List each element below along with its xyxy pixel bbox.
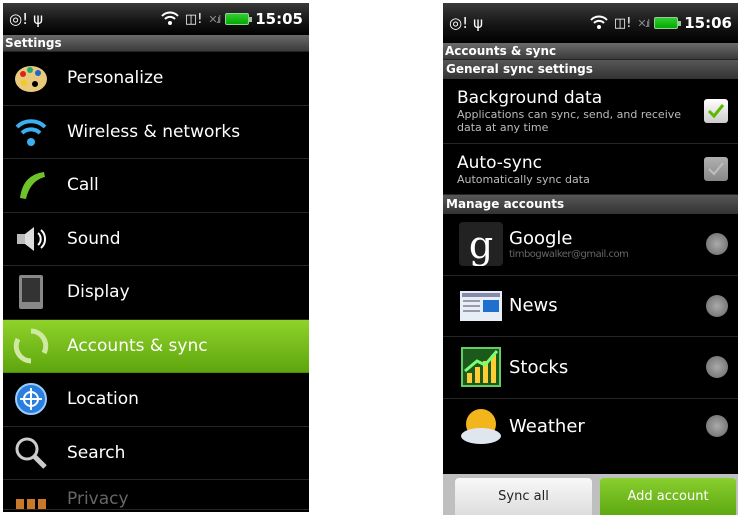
sync-icon xyxy=(11,326,51,366)
settings-item-label: Call xyxy=(67,175,99,196)
sync-status-icon xyxy=(706,294,728,317)
settings-item-privacy[interactable]: Privacy xyxy=(3,480,309,510)
page-title: Settings xyxy=(3,35,309,52)
svg-text:g: g xyxy=(469,223,493,266)
account-email: timbogwalker@gmail.com xyxy=(509,249,629,261)
status-bar: ◎! ψ ◫! ✕.ıl 15:05 xyxy=(3,3,309,35)
auto-sync-desc: Automatically sync data xyxy=(457,172,590,186)
auto-sync-checkbox[interactable] xyxy=(704,157,728,181)
privacy-icon xyxy=(11,489,51,509)
account-name: Google xyxy=(509,228,573,250)
settings-item-label: Sound xyxy=(67,228,121,249)
checkmark-icon xyxy=(707,104,725,119)
account-name: Weather xyxy=(509,415,585,437)
sync-all-button[interactable]: Sync all xyxy=(455,478,592,515)
accounts-sync-screen: ◎! ψ ◫! ✕.ıl 15:06 Accounts & sync Gener… xyxy=(443,3,738,515)
weather-icon xyxy=(459,404,503,448)
settings-item-personalize[interactable]: Personalize xyxy=(3,52,309,106)
location-globe-icon xyxy=(11,379,51,419)
notification-icon: ◫! xyxy=(613,15,632,31)
speaker-icon xyxy=(11,219,51,259)
page-title: Accounts & sync xyxy=(443,43,738,60)
settings-item-label: Location xyxy=(67,389,139,410)
status-time: 15:06 xyxy=(684,14,732,32)
settings-item-label: Display xyxy=(67,282,130,303)
bottom-button-bar: Sync all Add account xyxy=(443,474,738,515)
section-header-general: General sync settings xyxy=(443,60,738,79)
sync-status-icon xyxy=(706,233,728,256)
gps-icon: ◎! xyxy=(449,14,469,32)
account-name: News xyxy=(509,295,558,317)
checkmark-icon xyxy=(708,162,724,176)
stocks-icon xyxy=(459,345,503,389)
wifi-status-icon xyxy=(590,14,608,33)
settings-screen: ◎! ψ ◫! ✕.ıl 15:05 Settings Personalize … xyxy=(3,3,309,512)
section-header-manage-accounts: Manage accounts xyxy=(443,195,738,214)
settings-item-display[interactable]: Display xyxy=(3,266,309,320)
google-icon: g xyxy=(459,222,503,267)
settings-item-location[interactable]: Location xyxy=(3,373,309,427)
battery-icon xyxy=(654,17,682,29)
account-row-google[interactable]: g Google timbogwalker@gmail.com xyxy=(443,214,738,276)
settings-item-label: Privacy xyxy=(67,489,129,509)
background-data-row[interactable]: Background data Applications can sync, s… xyxy=(443,79,738,144)
auto-sync-title: Auto-sync xyxy=(457,152,542,173)
gps-icon: ◎! xyxy=(9,10,29,28)
palette-icon xyxy=(11,58,51,98)
wifi-status-icon xyxy=(161,10,179,29)
status-time: 15:05 xyxy=(255,10,303,28)
usb-icon: ψ xyxy=(473,14,484,32)
auto-sync-row[interactable]: Auto-sync Automatically sync data xyxy=(443,144,738,195)
phone-handset-icon xyxy=(11,165,51,205)
battery-icon xyxy=(225,13,253,25)
settings-item-label: Accounts & sync xyxy=(67,335,208,356)
news-icon xyxy=(459,284,503,328)
settings-item-wireless[interactable]: Wireless & networks xyxy=(3,106,309,159)
settings-item-label: Search xyxy=(67,442,126,463)
notification-icon: ◫! xyxy=(184,11,203,27)
settings-item-label: Personalize xyxy=(67,68,164,89)
account-name: Stocks xyxy=(509,356,569,378)
settings-item-label: Wireless & networks xyxy=(67,121,241,142)
background-data-title: Background data xyxy=(457,88,603,108)
background-data-checkbox[interactable] xyxy=(704,99,728,123)
settings-list: Personalize Wireless & networks Call Sou… xyxy=(3,52,309,510)
status-bar: ◎! ψ ◫! ✕.ıl 15:06 xyxy=(443,3,738,43)
settings-item-accounts-sync[interactable]: Accounts & sync xyxy=(3,319,309,373)
sync-status-icon xyxy=(706,415,728,437)
settings-item-call[interactable]: Call xyxy=(3,159,309,213)
settings-item-sound[interactable]: Sound xyxy=(3,213,309,266)
wifi-icon xyxy=(11,112,51,152)
display-icon xyxy=(11,272,51,312)
background-data-desc: Applications can sync, send, and receive… xyxy=(457,108,682,134)
usb-icon: ψ xyxy=(33,10,44,28)
account-row-weather[interactable]: Weather xyxy=(443,399,738,454)
signal-icon: ✕.ıl xyxy=(637,16,650,30)
account-row-stocks[interactable]: Stocks xyxy=(443,337,738,399)
add-account-button[interactable]: Add account xyxy=(600,478,736,515)
sync-status-icon xyxy=(706,356,728,379)
account-row-news[interactable]: News xyxy=(443,276,738,337)
magnifier-icon xyxy=(11,433,51,473)
signal-icon: ✕.ıl xyxy=(208,12,221,26)
settings-item-search[interactable]: Search xyxy=(3,427,309,480)
